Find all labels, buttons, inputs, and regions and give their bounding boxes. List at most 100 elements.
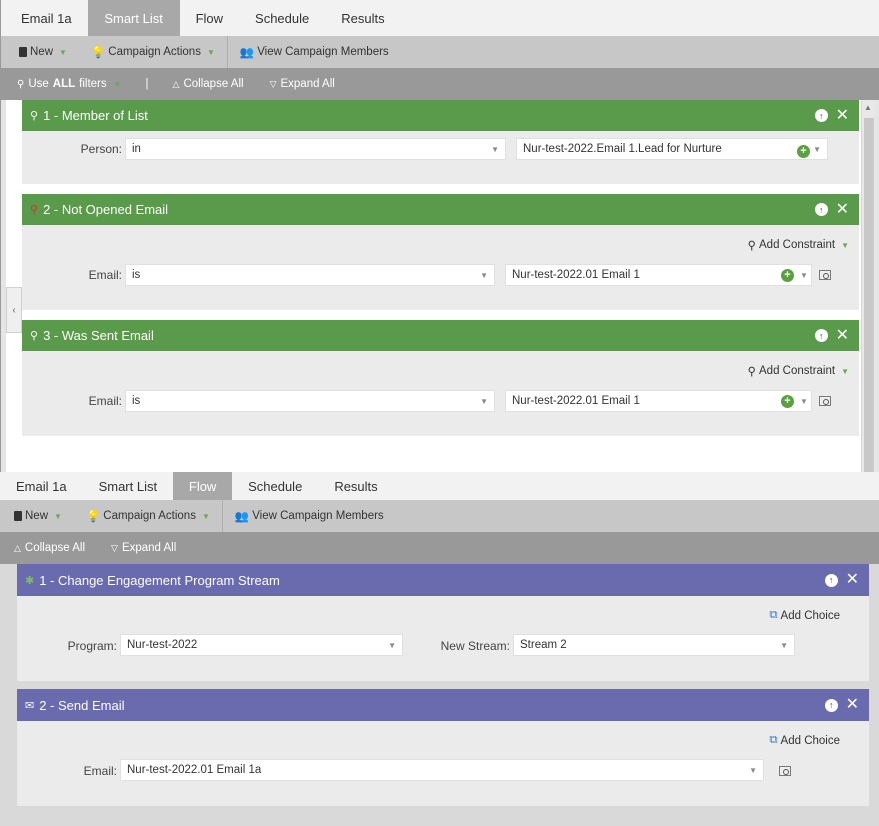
add-choice-button[interactable]: ⧉ Add Choice bbox=[769, 734, 840, 747]
tab-smart-list[interactable]: Smart List bbox=[83, 472, 174, 500]
stream-select[interactable]: Stream 2 ▼ bbox=[513, 634, 795, 656]
chevron-down-icon: ▼ bbox=[480, 271, 488, 280]
close-icon[interactable]: ✕ bbox=[836, 107, 849, 124]
filter-header[interactable]: ⚲ 1 - Member of List ↑ ✕ bbox=[22, 100, 859, 131]
tab-schedule[interactable]: Schedule bbox=[232, 472, 318, 500]
filter-icon: ⚲ bbox=[30, 330, 39, 342]
flow-step-header[interactable]: ✱ 1 - Change Engagement Program Stream ↑… bbox=[17, 564, 869, 596]
constraint-icon: ⚲ bbox=[747, 366, 756, 378]
move-up-icon[interactable]: ↑ bbox=[814, 109, 828, 122]
chevron-down-icon: ▼ bbox=[841, 240, 849, 250]
email-label: Email: bbox=[88, 268, 122, 282]
email-value: Nur-test-2022.01 Email 1 bbox=[512, 395, 640, 407]
preview-icon[interactable] bbox=[819, 396, 831, 406]
email-value-select[interactable]: Nur-test-2022.01 Email 1 bbox=[505, 264, 812, 286]
tab-flow[interactable]: Flow bbox=[180, 0, 239, 36]
filter-title: 2 - Not Opened Email bbox=[43, 202, 169, 217]
tab-schedule[interactable]: Schedule bbox=[239, 0, 325, 36]
tab-results[interactable]: Results bbox=[325, 0, 400, 36]
list-value-select[interactable]: Nur-test-2022.Email 1.Lead for Nurture ▼ bbox=[516, 138, 828, 160]
collapse-all-label: Collapse All bbox=[183, 78, 244, 90]
add-choice-label: Add Choice bbox=[780, 734, 840, 747]
chevron-down-icon[interactable]: ▼ bbox=[800, 397, 808, 406]
chevron-down-icon: ▼ bbox=[54, 511, 62, 521]
chevron-down-icon[interactable]: ▼ bbox=[800, 271, 808, 280]
email-select[interactable]: Nur-test-2022.01 Email 1a ▼ bbox=[120, 759, 764, 781]
filter-title: 1 - Member of List bbox=[43, 108, 148, 123]
operator-value: is bbox=[132, 269, 141, 281]
operator-select[interactable]: is ▼ bbox=[125, 390, 495, 412]
view-campaign-members-button[interactable]: 👥 View Campaign Members bbox=[228, 36, 401, 68]
filter-header[interactable]: ⚲ 2 - Not Opened Email ↑ ✕ bbox=[22, 194, 859, 225]
add-constraint-button[interactable]: ⚲ Add Constraint ▼ bbox=[748, 238, 849, 252]
tab-smart-list[interactable]: Smart List bbox=[87, 0, 180, 36]
close-icon[interactable]: ✕ bbox=[846, 572, 859, 588]
scroll-up-icon[interactable]: ▲ bbox=[864, 103, 872, 112]
scrollbar-thumb[interactable] bbox=[864, 118, 874, 472]
expand-all-button[interactable]: ▽ Expand All bbox=[95, 542, 186, 554]
add-constraint-button[interactable]: ⚲ Add Constraint ▼ bbox=[748, 364, 849, 378]
campaign-actions-button[interactable]: 💡 Campaign Actions ▼ bbox=[79, 36, 227, 68]
email-value-select[interactable]: Nur-test-2022.01 Email 1 bbox=[505, 390, 812, 412]
smart-list-panel: Email 1a Smart List Flow Schedule Result… bbox=[0, 0, 879, 472]
constraint-icon: ⚲ bbox=[747, 240, 756, 252]
program-select[interactable]: Nur-test-2022 ▼ bbox=[120, 634, 403, 656]
flow-action-bar: △ Collapse All ▽ Expand All bbox=[0, 532, 879, 564]
operator-select[interactable]: is ▼ bbox=[125, 264, 495, 286]
operator-select[interactable]: in ▼ bbox=[125, 138, 506, 160]
flow-step-header[interactable]: ✉ 2 - Send Email ↑ ✕ bbox=[17, 689, 869, 721]
collapse-all-button[interactable]: △ Collapse All bbox=[0, 542, 95, 554]
tab-results[interactable]: Results bbox=[318, 472, 393, 500]
tab-flow[interactable]: Flow bbox=[173, 472, 233, 500]
chevron-down-icon: ▼ bbox=[491, 145, 499, 154]
close-icon[interactable]: ✕ bbox=[836, 201, 849, 218]
add-value-icon[interactable]: + bbox=[781, 269, 794, 282]
add-value-icon[interactable]: + bbox=[797, 145, 810, 158]
filterbar-divider: | bbox=[145, 78, 149, 90]
move-up-icon[interactable]: ↑ bbox=[814, 329, 828, 342]
collapse-all-button[interactable]: △ Collapse All bbox=[163, 78, 254, 90]
close-icon[interactable]: ✕ bbox=[836, 327, 849, 344]
email-value: Nur-test-2022.01 Email 1 bbox=[512, 269, 640, 281]
close-icon[interactable]: ✕ bbox=[846, 697, 859, 713]
new-menu-button[interactable]: New ▼ bbox=[1, 36, 79, 68]
expand-all-button[interactable]: ▽ Expand All bbox=[254, 78, 345, 90]
chevron-down-icon: ▼ bbox=[388, 641, 396, 650]
program-label: Program: bbox=[67, 639, 117, 653]
new-label: New bbox=[25, 510, 49, 522]
add-choice-icon: ⧉ bbox=[769, 734, 778, 746]
program-value: Nur-test-2022 bbox=[127, 639, 198, 651]
view-members-label: View Campaign Members bbox=[257, 46, 389, 58]
collapse-icon: △ bbox=[14, 542, 21, 553]
filter-title: 3 - Was Sent Email bbox=[43, 328, 154, 343]
tab-bar: Email 1a Smart List Flow Schedule Result… bbox=[1, 0, 879, 36]
tab-email-1a[interactable]: Email 1a bbox=[0, 472, 83, 500]
add-value-icon[interactable]: + bbox=[781, 395, 794, 408]
chevron-down-icon: ▼ bbox=[201, 511, 210, 521]
filter-header[interactable]: ⚲ 3 - Was Sent Email ↑ ✕ bbox=[22, 320, 859, 351]
filter-rule-icon: ⚲ bbox=[17, 78, 25, 90]
move-up-icon[interactable]: ↑ bbox=[814, 203, 828, 216]
chevron-down-icon: ▼ bbox=[780, 641, 788, 650]
collapse-sidebar-handle[interactable]: ‹ bbox=[6, 287, 22, 333]
view-campaign-members-button[interactable]: 👥 View Campaign Members bbox=[223, 500, 396, 532]
toolbar: New ▼ 💡 Campaign Actions ▼ 👥 View Campai… bbox=[1, 36, 879, 68]
filter-card-was-sent-email: ⚲ 3 - Was Sent Email ↑ ✕ ⚲ Add Constrain… bbox=[22, 320, 859, 436]
add-choice-button[interactable]: ⧉ Add Choice bbox=[769, 609, 840, 622]
new-menu-button[interactable]: New ▼ bbox=[0, 500, 74, 532]
chevron-down-icon: ▼ bbox=[813, 145, 821, 154]
chevron-down-icon: ▼ bbox=[749, 766, 757, 775]
campaign-actions-button[interactable]: 💡 Campaign Actions ▼ bbox=[74, 500, 222, 532]
move-up-icon[interactable]: ↑ bbox=[824, 698, 838, 712]
tab-email-1a[interactable]: Email 1a bbox=[1, 0, 88, 36]
move-up-icon[interactable]: ↑ bbox=[824, 573, 838, 587]
flow-step-title: 2 - Send Email bbox=[39, 697, 125, 713]
preview-icon[interactable] bbox=[779, 766, 791, 776]
use-suffix: filters bbox=[79, 78, 107, 90]
flow-step-send-email: ✉ 2 - Send Email ↑ ✕ ⧉ Add Choice Email:… bbox=[17, 689, 869, 806]
preview-icon[interactable] bbox=[819, 270, 831, 280]
use-all-filters-button[interactable]: ⚲ Use ALL filters ▼ bbox=[1, 78, 132, 90]
use-prefix: Use bbox=[28, 78, 49, 90]
vertical-scrollbar[interactable]: ▲ bbox=[861, 100, 875, 472]
flow-step-title: 1 - Change Engagement Program Stream bbox=[39, 572, 280, 588]
